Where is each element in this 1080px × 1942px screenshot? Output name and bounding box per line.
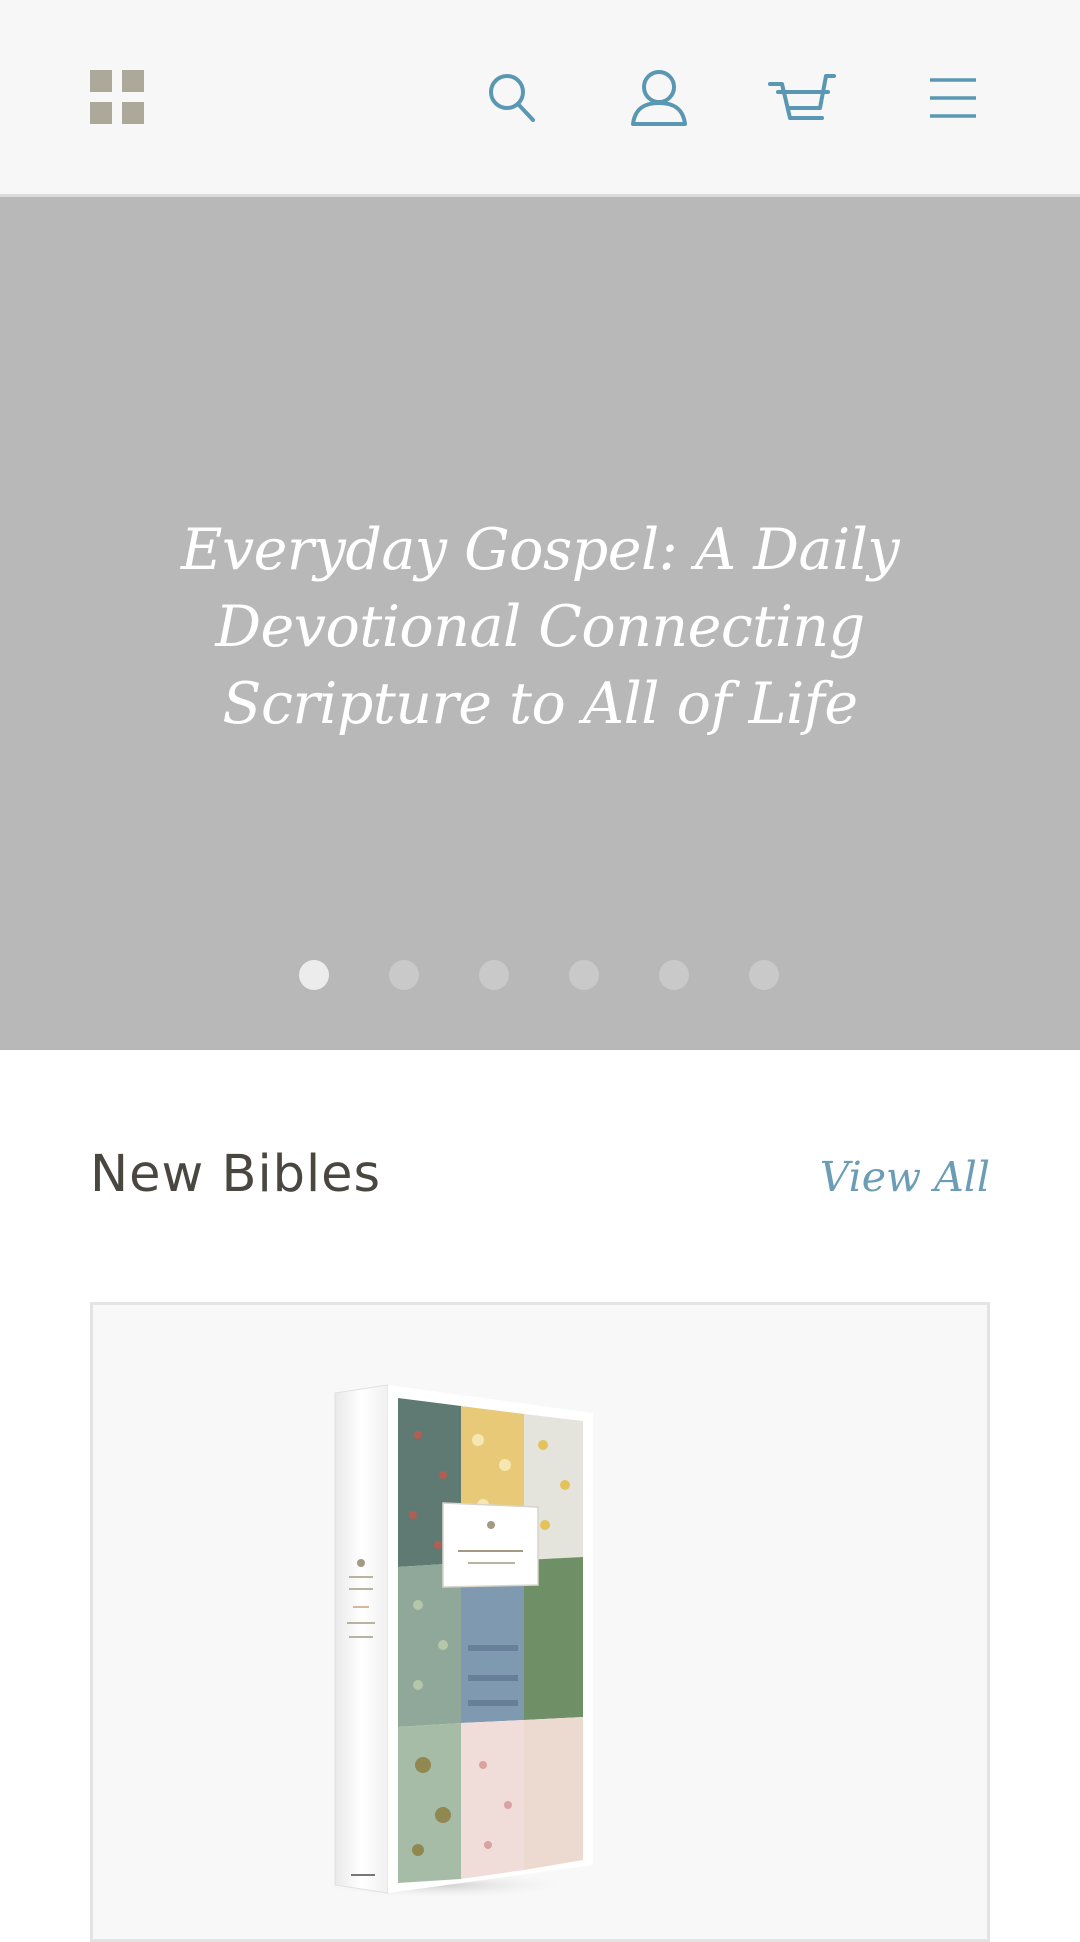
carousel-dot-5[interactable] — [659, 960, 689, 990]
crossway-logo-icon[interactable] — [90, 70, 148, 128]
hero-title[interactable]: Everyday Gospel: A Daily Devotional Conn… — [150, 512, 930, 743]
carousel-dot-4[interactable] — [569, 960, 599, 990]
carousel-pagination — [0, 960, 1080, 990]
menu-button[interactable] — [923, 68, 983, 128]
carousel-dot-2[interactable] — [389, 960, 419, 990]
cart-icon — [768, 70, 838, 126]
devotional-journal-book-image — [293, 1345, 713, 1905]
search-button[interactable] — [482, 68, 542, 128]
section-title-new-bibles: New Bibles — [90, 1145, 382, 1204]
hero-carousel[interactable]: Everyday Gospel: A Daily Devotional Conn… — [0, 197, 1080, 1050]
view-all-link[interactable]: View All — [820, 1148, 990, 1206]
user-icon — [629, 68, 689, 128]
site-header — [0, 0, 1080, 197]
hamburger-menu-icon — [928, 76, 978, 120]
account-button[interactable] — [629, 68, 689, 128]
carousel-dot-1[interactable] — [299, 960, 329, 990]
product-card[interactable] — [90, 1302, 990, 1942]
carousel-dot-6[interactable] — [749, 960, 779, 990]
carousel-dot-3[interactable] — [479, 960, 509, 990]
cart-button[interactable] — [768, 68, 836, 128]
search-icon — [485, 71, 539, 125]
